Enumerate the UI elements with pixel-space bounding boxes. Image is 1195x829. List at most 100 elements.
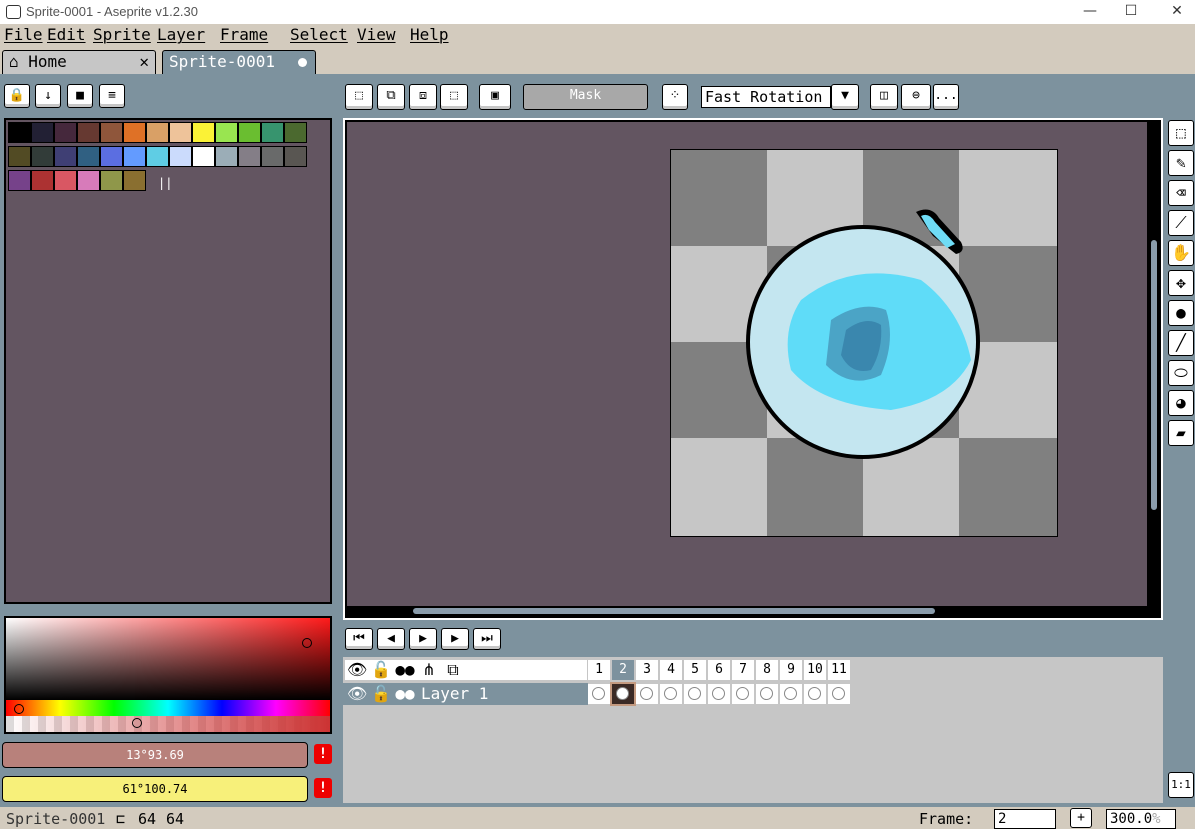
palette-swatch[interactable] <box>261 146 284 167</box>
palette-swatch[interactable] <box>123 122 146 143</box>
palette-swatch[interactable] <box>54 170 77 191</box>
palette-swatch[interactable] <box>215 146 238 167</box>
close-window-button[interactable]: ✕ <box>1154 0 1195 24</box>
palette-swatch[interactable] <box>31 122 54 143</box>
lock-palette-button[interactable]: 🔒 <box>4 84 30 108</box>
frame-header[interactable]: 9 <box>780 660 802 680</box>
pencil-tool-icon[interactable]: ✎ <box>1168 150 1194 176</box>
menu-layer[interactable]: Layer <box>157 25 205 44</box>
palette-swatch[interactable] <box>284 122 307 143</box>
menu-help[interactable]: Help <box>410 25 449 44</box>
palette-swatch[interactable] <box>192 146 215 167</box>
fg-warning-icon[interactable]: ! <box>314 744 332 764</box>
cel[interactable] <box>684 684 706 704</box>
mask-color-button[interactable]: Mask <box>523 84 648 110</box>
frame-header[interactable]: 10 <box>804 660 826 680</box>
paint-bucket-tool-icon[interactable]: ● <box>1168 300 1194 326</box>
play-button[interactable]: ▶ <box>409 628 437 650</box>
canvas-editor[interactable] <box>343 118 1163 620</box>
eraser-tool-icon[interactable]: ⌫ <box>1168 180 1194 206</box>
layer-visibility-icon[interactable]: 👁 <box>347 684 367 704</box>
palette-swatch[interactable] <box>100 170 123 191</box>
tab-sprite[interactable]: Sprite-0001 <box>162 50 316 74</box>
add-frame-button[interactable]: + <box>1070 808 1092 828</box>
frame-header[interactable]: 1 <box>588 660 610 680</box>
onion-skin-icon[interactable]: ⋔ <box>419 660 439 680</box>
palette-swatch[interactable] <box>146 122 169 143</box>
palette-swatch[interactable] <box>192 122 215 143</box>
contour-tool-icon[interactable]: ◕ <box>1168 390 1194 416</box>
palette-swatch[interactable] <box>8 122 31 143</box>
minimize-button[interactable]: — <box>1067 0 1113 24</box>
sort-palette-button[interactable]: ↓ <box>35 84 61 108</box>
menu-view[interactable]: View <box>357 25 396 44</box>
chevron-down-icon[interactable]: ▼ <box>831 84 859 110</box>
frame-header[interactable]: 11 <box>828 660 850 680</box>
palette-swatch[interactable] <box>54 122 77 143</box>
palette-swatch[interactable] <box>8 146 31 167</box>
tab-home[interactable]: ⌂ Home ✕ <box>2 50 156 74</box>
cel[interactable] <box>660 684 682 704</box>
marquee-tool-icon[interactable]: ⬚ <box>1168 120 1194 146</box>
palette-swatch[interactable] <box>238 146 261 167</box>
layer-continuous-icon[interactable]: ●● <box>395 684 415 704</box>
cel[interactable] <box>588 684 610 704</box>
palette-swatch[interactable] <box>284 146 307 167</box>
cel[interactable] <box>610 682 636 706</box>
palette-swatch[interactable] <box>215 122 238 143</box>
cel[interactable] <box>756 684 778 704</box>
frame-header[interactable]: 7 <box>732 660 754 680</box>
frame-header[interactable]: 5 <box>684 660 706 680</box>
palette-swatch[interactable] <box>100 122 123 143</box>
palette-swatch[interactable] <box>169 122 192 143</box>
palette-swatch[interactable] <box>31 170 54 191</box>
palette-swatch[interactable] <box>77 122 100 143</box>
palette-swatch[interactable] <box>100 146 123 167</box>
horizontal-scroll-thumb[interactable] <box>413 608 935 614</box>
hue-slider[interactable] <box>6 700 330 716</box>
palette-swatch[interactable] <box>54 146 77 167</box>
drop-pixels-button[interactable]: ⊜ <box>901 84 931 110</box>
frame-input[interactable]: 2 <box>994 809 1056 829</box>
first-frame-button[interactable]: ⏮ <box>345 628 373 650</box>
palette-swatch[interactable] <box>169 146 192 167</box>
palette-swatch[interactable] <box>123 146 146 167</box>
frame-header[interactable]: 4 <box>660 660 682 680</box>
frame-header[interactable]: 8 <box>756 660 778 680</box>
cel[interactable] <box>636 684 658 704</box>
selection-add-button[interactable]: ⧉ <box>377 84 405 110</box>
link-cels-icon[interactable]: ⧉ <box>443 660 463 680</box>
frame-header[interactable]: 3 <box>636 660 658 680</box>
foreground-color-button[interactable]: 13°93.69 <box>2 742 308 768</box>
eyedropper-tool-icon[interactable]: ⟋ <box>1168 210 1194 236</box>
visibility-icon[interactable]: 👁 <box>347 660 367 680</box>
rotation-algorithm-select[interactable]: Fast Rotation <box>701 86 831 108</box>
menu-sprite[interactable]: Sprite <box>93 25 151 44</box>
previous-frame-button[interactable]: ◀ <box>377 628 405 650</box>
maximize-button[interactable]: ☐ <box>1108 0 1154 24</box>
selection-subtract-button[interactable]: ⧈ <box>409 84 437 110</box>
palette-swatch[interactable] <box>31 146 54 167</box>
line-tool-icon[interactable]: ╱ <box>1168 330 1194 356</box>
editor-background[interactable] <box>347 122 1147 606</box>
palette-swatch[interactable] <box>77 146 100 167</box>
cel[interactable] <box>804 684 826 704</box>
palette-options-button[interactable]: ≡ <box>99 84 125 108</box>
zoom-1to1-button[interactable]: 1:1 <box>1168 772 1194 798</box>
transparent-color-button[interactable]: ▣ <box>479 84 511 110</box>
menu-frame[interactable]: Frame <box>220 25 268 44</box>
palette-swatch[interactable] <box>146 146 169 167</box>
bg-warning-icon[interactable]: ! <box>314 778 332 798</box>
cel[interactable] <box>780 684 802 704</box>
color-spectrum[interactable] <box>4 616 332 734</box>
frame-header[interactable]: 2 <box>612 660 634 680</box>
last-frame-button[interactable]: ⏭ <box>473 628 501 650</box>
menu-edit[interactable]: Edit <box>47 25 86 44</box>
layer-name[interactable]: Layer 1 <box>421 684 488 704</box>
ellipse-tool-icon[interactable]: ⬭ <box>1168 360 1194 386</box>
menu-file[interactable]: File <box>4 25 43 44</box>
palette-swatch[interactable] <box>123 170 146 191</box>
saturation-value-field[interactable] <box>6 618 330 700</box>
background-color-button[interactable]: 61°100.74 <box>2 776 308 802</box>
palette-swatch[interactable] <box>77 170 100 191</box>
